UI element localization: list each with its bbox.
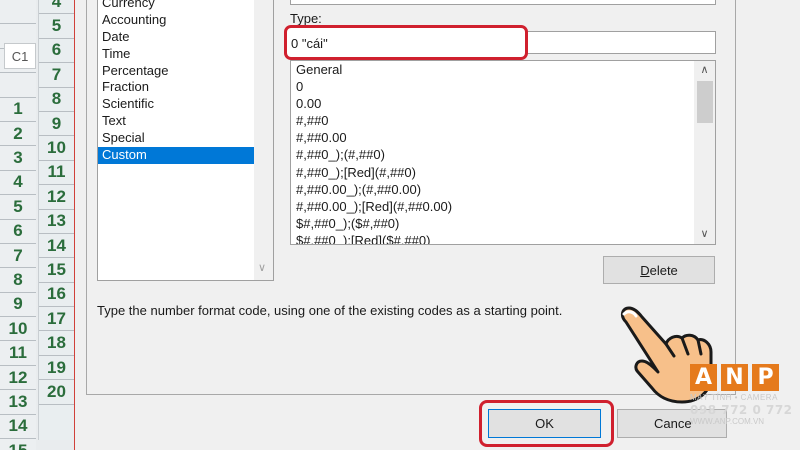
- col-a-row-header[interactable]: 1: [0, 98, 36, 122]
- col-a-row-header[interactable]: 2: [0, 122, 36, 147]
- col-b-row-header[interactable]: 8: [39, 88, 74, 112]
- format-code-list[interactable]: General 0 0.00 #,##0 #,##0.00 #,##0_);(#,##0)…: [290, 60, 716, 245]
- col-a-row-header[interactable]: 14: [0, 415, 36, 440]
- col-a-row-header[interactable]: 3: [0, 146, 36, 171]
- chevron-down-icon[interactable]: ∨: [697, 227, 712, 242]
- col-a-row-header[interactable]: 10: [0, 317, 36, 342]
- col-b-row-header[interactable]: 18: [39, 331, 74, 356]
- delete-button[interactable]: Delete: [603, 256, 715, 284]
- col-b-row-header[interactable]: 4: [39, 0, 74, 15]
- category-list[interactable]: Currency Accounting Date Time Percentage Frac…: [97, 0, 274, 281]
- ok-button-label: OK: [535, 416, 554, 431]
- category-item-date[interactable]: Date: [98, 29, 273, 46]
- logo-letter: A: [690, 364, 717, 391]
- category-scrollbar[interactable]: ∨: [254, 0, 273, 280]
- col-b-row-header[interactable]: 16: [39, 283, 74, 308]
- chevron-down-icon[interactable]: ∨: [258, 261, 266, 274]
- logo-phone: 098 772 0 772: [690, 403, 793, 417]
- type-label: Type:: [290, 11, 322, 26]
- category-item-time[interactable]: Time: [98, 46, 273, 63]
- chevron-up-icon[interactable]: ∧: [697, 63, 712, 78]
- col-b-row-header[interactable]: 14: [39, 234, 74, 259]
- delete-button-accel: D: [640, 262, 650, 278]
- col-a-row-header[interactable]: [0, 73, 36, 98]
- category-item-currency[interactable]: Currency: [98, 0, 273, 12]
- col-a-row-header[interactable]: 5: [0, 195, 36, 220]
- col-a-row-header[interactable]: 6: [0, 220, 36, 244]
- col-a-row-header[interactable]: [0, 0, 36, 25]
- logo-letter: P: [752, 364, 779, 391]
- col-b-row-header[interactable]: 7: [39, 63, 74, 88]
- type-field-highlight: [284, 25, 528, 60]
- category-item-percentage[interactable]: Percentage: [98, 63, 273, 80]
- col-a-row-header[interactable]: 9: [0, 293, 36, 318]
- logo-tagline: MÁY TÍNH • CAMERA: [690, 393, 778, 402]
- hint-text: Type the number format code, using one o…: [97, 303, 563, 318]
- delete-button-label: elete: [649, 262, 678, 278]
- col-a-row-header[interactable]: 12: [0, 366, 36, 391]
- format-list-scrollbar[interactable]: ∧ ∨: [694, 61, 715, 244]
- format-code-item[interactable]: #,##0_);[Red](#,##0): [291, 164, 715, 181]
- col-a-row-header[interactable]: 7: [0, 244, 36, 269]
- type-input[interactable]: [291, 32, 521, 54]
- logo-letter: N: [721, 364, 748, 391]
- col-b-row-header[interactable]: 9: [39, 112, 74, 137]
- format-code-item[interactable]: #,##0.00_);(#,##0.00): [291, 181, 715, 198]
- format-code-item[interactable]: $#,##0_);[Red]($#,##0): [291, 232, 715, 244]
- col-b-row-header[interactable]: 11: [39, 161, 74, 186]
- col-b-row-header[interactable]: 20: [39, 380, 74, 405]
- format-code-item[interactable]: $#,##0_);($#,##0): [291, 215, 715, 232]
- col-b-row-header[interactable]: 15: [39, 258, 74, 283]
- col-b-row-header[interactable]: 6: [39, 39, 74, 64]
- category-item-custom[interactable]: Custom: [98, 147, 254, 164]
- category-item-special[interactable]: Special: [98, 130, 273, 147]
- anp-logo: ANP MÁY TÍNH • CAMERA 098 772 0 772 WWW.…: [690, 364, 800, 434]
- cancel-button-label: Cance: [654, 416, 692, 431]
- col-b-row-header[interactable]: 17: [39, 307, 74, 332]
- col-b-row-header[interactable]: 12: [39, 185, 74, 210]
- format-code-item[interactable]: 0: [291, 78, 715, 95]
- logo-website: WWW.ANP.COM.VN: [690, 417, 765, 426]
- col-a-row-header[interactable]: 13: [0, 390, 36, 415]
- col-a-row-header[interactable]: 11: [0, 341, 36, 366]
- row-header-column-b: 4 5 6 7 8 9 10 11 12 13 14 15 16 17 18 19 20: [38, 0, 74, 440]
- format-code-item[interactable]: #,##0.00: [291, 129, 715, 146]
- category-item-text[interactable]: Text: [98, 113, 273, 130]
- name-box[interactable]: C1: [4, 43, 36, 69]
- col-a-row-header[interactable]: 8: [0, 268, 36, 293]
- col-b-row-header[interactable]: 5: [39, 14, 74, 39]
- format-code-item[interactable]: #,##0: [291, 112, 715, 129]
- format-code-item[interactable]: #,##0.00_);[Red](#,##0.00): [291, 198, 715, 215]
- category-item-accounting[interactable]: Accounting: [98, 12, 273, 29]
- format-code-item[interactable]: General: [291, 61, 715, 78]
- category-item-fraction[interactable]: Fraction: [98, 79, 273, 96]
- category-item-scientific[interactable]: Scientific: [98, 96, 273, 113]
- col-b-row-header[interactable]: 13: [39, 210, 74, 234]
- col-b-row-header[interactable]: 10: [39, 136, 74, 161]
- format-code-item[interactable]: 0.00: [291, 95, 715, 112]
- col-b-row-header[interactable]: 19: [39, 356, 74, 381]
- scrollbar-thumb[interactable]: [697, 81, 713, 123]
- col-a-row-header[interactable]: 4: [0, 171, 36, 196]
- sample-box: [290, 0, 716, 5]
- ok-button[interactable]: OK: [488, 409, 601, 438]
- type-field-extension: [527, 31, 716, 54]
- col-a-row-header[interactable]: 15: [0, 439, 36, 450]
- format-code-item[interactable]: #,##0_);(#,##0): [291, 146, 715, 163]
